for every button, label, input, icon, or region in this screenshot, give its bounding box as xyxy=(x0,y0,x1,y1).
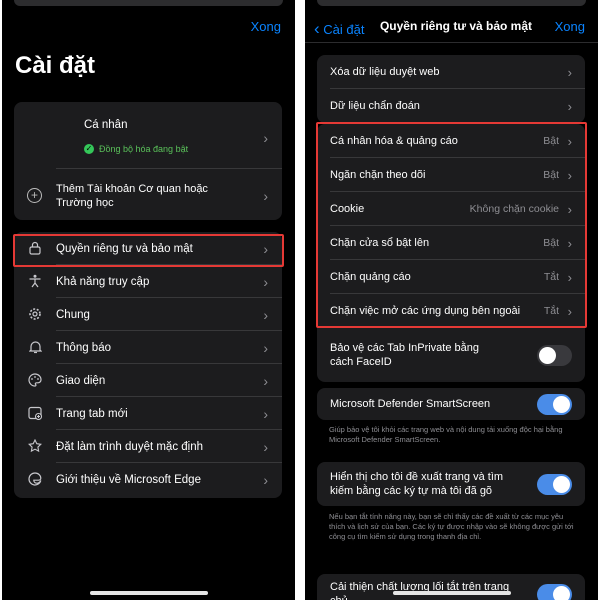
back-label: Cài đặt xyxy=(323,22,365,37)
chevron-right-icon: › xyxy=(263,471,268,488)
add-account-label: Thêm Tài khoản Cơ quan hoặc Trường học xyxy=(56,183,208,209)
suggestions-row: Hiển thị cho tôi đề xuất trang và tìm ki… xyxy=(317,462,585,506)
sync-status-label: Đồng bộ hóa đang bật xyxy=(99,144,189,154)
palette-icon xyxy=(27,372,43,389)
home-indicator xyxy=(89,591,208,595)
chevron-right-icon: › xyxy=(263,306,268,323)
clear-browsing-data-row[interactable]: Xóa dữ liệu duyệt web › xyxy=(317,55,585,89)
top-sheet-edge xyxy=(317,0,586,6)
menu-item-label: Giao diện xyxy=(56,374,106,387)
shortcut-row: Cải thiện chất lượng lối tắt trên trang … xyxy=(317,574,585,600)
chevron-right-icon: › xyxy=(263,130,268,146)
divider xyxy=(305,42,598,43)
browsing-data-group: Xóa dữ liệu duyệt web › Dữ liệu chẩn đoá… xyxy=(317,55,585,123)
plus-icon: + xyxy=(27,188,42,203)
settings-panel: Xong Cài đặt Cá nhân ✓ Đồng bộ hóa đang … xyxy=(2,0,295,600)
suggestions-note: Nếu bạn tắt tính năng này, bạn sẽ chỉ th… xyxy=(329,512,574,541)
toggle-knob xyxy=(553,475,570,493)
chevron-right-icon: › xyxy=(263,372,268,389)
highlight-box-privacy xyxy=(13,234,284,267)
highlight-box-privacy-options xyxy=(316,122,587,328)
profile-row[interactable]: Cá nhân ✓ Đồng bộ hóa đang bật › xyxy=(14,102,282,168)
row-label: Hiển thị cho tôi đề xuất trang và tìm ki… xyxy=(330,471,504,497)
inprivate-faceid-toggle[interactable] xyxy=(537,344,572,366)
menu-item-general[interactable]: Chung › xyxy=(14,298,282,331)
nav-title: Quyền riêng tư và bảo mật xyxy=(379,19,533,33)
menu-item-new-tab-page[interactable]: Trang tab mới › xyxy=(14,397,282,430)
menu-item-label: Thông báo xyxy=(56,341,111,354)
row-label: Dữ liệu chẩn đoán xyxy=(330,100,420,112)
row-label: Cải thiện chất lượng lối tắt trên trang … xyxy=(330,581,510,600)
suggestions-toggle[interactable] xyxy=(537,473,572,495)
menu-item-label: Khả năng truy cập xyxy=(56,275,150,288)
done-button[interactable]: Xong xyxy=(555,19,585,34)
smartscreen-row: Microsoft Defender SmartScreen xyxy=(317,388,585,420)
sync-status: ✓ Đồng bộ hóa đang bật xyxy=(84,144,188,154)
done-button[interactable]: Xong xyxy=(251,19,281,34)
smartscreen-note: Giúp bảo vệ tôi khỏi các trang web và nộ… xyxy=(329,425,563,444)
toggle-knob xyxy=(553,395,570,413)
chevron-right-icon: › xyxy=(263,438,268,455)
check-icon: ✓ xyxy=(84,144,94,154)
top-sheet-edge xyxy=(14,0,283,6)
inprivate-faceid-row: Bảo vệ các Tab InPrivate bằng cách FaceI… xyxy=(317,328,585,382)
menu-item-default-browser[interactable]: Đặt làm trình duyệt mặc định › xyxy=(14,430,282,463)
new-tab-icon xyxy=(27,406,43,422)
menu-item-label: Đặt làm trình duyệt mặc định xyxy=(56,440,204,453)
menu-item-notifications[interactable]: Thông báo › xyxy=(14,331,282,364)
profile-name: Cá nhân xyxy=(84,119,128,131)
toggle-knob xyxy=(553,585,570,600)
edge-logo-icon xyxy=(27,471,43,488)
menu-item-label: Trang tab mới xyxy=(56,407,128,420)
chevron-right-icon: › xyxy=(263,339,268,356)
chevron-right-icon: › xyxy=(567,98,572,114)
settings-menu: Quyền riêng tư và bảo mật › Khả năng tru… xyxy=(14,232,282,498)
smartscreen-group: Microsoft Defender SmartScreen xyxy=(317,388,585,420)
bell-icon xyxy=(27,340,43,356)
menu-item-about[interactable]: Giới thiệu về Microsoft Edge › xyxy=(14,463,282,496)
menu-item-label: Chung xyxy=(56,308,90,321)
toggle-knob xyxy=(539,346,556,364)
add-account-row[interactable]: + Thêm Tài khoản Cơ quan hoặc Trường học… xyxy=(14,169,282,220)
chevron-right-icon: › xyxy=(263,188,268,204)
menu-item-appearance[interactable]: Giao diện › xyxy=(14,364,282,397)
privacy-security-panel: ‹ Cài đặt Quyền riêng tư và bảo mật Xong… xyxy=(305,0,598,600)
chevron-right-icon: › xyxy=(567,64,572,80)
smartscreen-toggle[interactable] xyxy=(537,393,572,415)
page-title: Cài đặt xyxy=(15,52,96,79)
gear-icon xyxy=(27,307,43,323)
home-indicator xyxy=(392,591,511,595)
shortcut-toggle[interactable] xyxy=(537,583,572,600)
row-label: Microsoft Defender SmartScreen xyxy=(330,398,491,410)
profile-card: Cá nhân ✓ Đồng bộ hóa đang bật › + Thêm … xyxy=(14,102,282,220)
chevron-left-icon: ‹ xyxy=(314,19,320,38)
star-browser-icon xyxy=(27,438,43,455)
chevron-right-icon: › xyxy=(263,273,268,290)
row-label: Xóa dữ liệu duyệt web xyxy=(330,66,440,78)
menu-item-label: Giới thiệu về Microsoft Edge xyxy=(56,473,201,486)
back-button[interactable]: ‹ Cài đặt xyxy=(314,19,365,39)
accessibility-icon xyxy=(27,274,43,290)
shortcut-group: Cải thiện chất lượng lối tắt trên trang … xyxy=(317,574,585,600)
chevron-right-icon: › xyxy=(263,405,268,422)
suggestions-group: Hiển thị cho tôi đề xuất trang và tìm ki… xyxy=(317,462,585,506)
row-label: Bảo vệ các Tab InPrivate bằng cách FaceI… xyxy=(330,342,480,368)
diagnostic-data-row[interactable]: Dữ liệu chẩn đoán › xyxy=(317,89,585,123)
menu-item-accessibility[interactable]: Khả năng truy cập › xyxy=(14,265,282,298)
